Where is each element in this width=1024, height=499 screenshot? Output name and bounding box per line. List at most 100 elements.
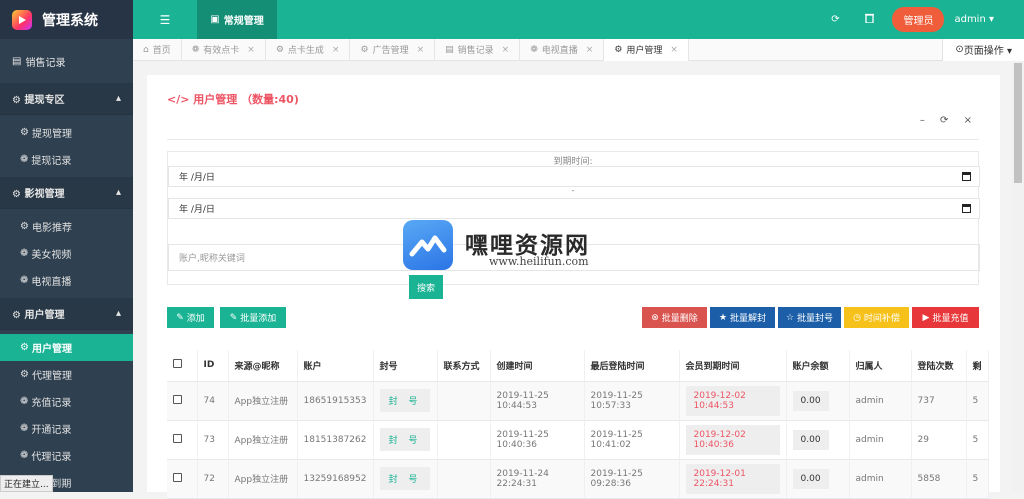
expire-date-badge: 2019-12-02 10:44:53 (686, 386, 780, 416)
date-placeholder: 年 /月/日 (179, 202, 215, 215)
tab-card-generate[interactable]: ⚙点卡生成× (266, 39, 351, 61)
batch-delete-button[interactable]: ⊗批量删除 (642, 307, 707, 328)
sidebar-group-video[interactable]: ⚙ 影视管理 ▴ (0, 177, 133, 209)
ban-button[interactable]: 封 号 (380, 428, 431, 451)
batch-add-button[interactable]: ✎批量添加 (220, 307, 286, 328)
tab-ad-manage[interactable]: ⚙广告管理× (350, 39, 435, 61)
scrollbar-thumb[interactable] (1014, 63, 1022, 183)
tab-valid-cards[interactable]: ❁有效点卡× (182, 39, 266, 61)
select-all-checkbox[interactable] (173, 359, 182, 368)
ban-button[interactable]: 封 号 (380, 467, 431, 490)
search-button[interactable]: 搜索 (409, 275, 443, 299)
table-row[interactable]: 73 App独立注册 18151387262 封 号 2019-11-25 10… (167, 420, 988, 459)
close-icon[interactable]: × (247, 45, 255, 55)
button-label: 时间补偿 (864, 311, 900, 324)
page-operations-menu[interactable]: ⊙ 页面操作 ▾ (942, 39, 1024, 61)
sidebar-item-withdraw-records[interactable]: ❁提现记录 (0, 146, 133, 173)
logo-area[interactable]: 管理系统 (0, 0, 133, 39)
star-icon: ★ (719, 313, 727, 323)
gears-icon: ⚙ (12, 310, 24, 321)
add-button[interactable]: ✎添加 (167, 307, 214, 328)
ban-button[interactable]: 封 号 (380, 389, 431, 412)
table-row[interactable]: 72 App独立注册 13259168952 封 号 2019-11-24 22… (167, 459, 988, 498)
sidebar-group-withdraw[interactable]: ⚙ 提现专区 ▴ (0, 83, 133, 115)
sidebar: ▤ 销售记录 ⚙ 提现专区 ▴ ⚙提现管理 ❁提现记录 ⚙ 影视管理 ▴ ⚙电影… (0, 39, 133, 492)
gears-icon: ⚙ (20, 127, 29, 138)
sidebar-item-label: 美女视频 (31, 246, 71, 261)
batch-ban-button[interactable]: ☆批量封号 (778, 307, 841, 328)
range-dash: - (168, 186, 978, 196)
app-title: 管理系统 (42, 10, 98, 30)
tab-tv-live[interactable]: ❁电视直播× (520, 39, 604, 61)
sidebar-item-agent-manage[interactable]: ⚙代理管理 (0, 361, 133, 388)
gears-icon: ⚙ (20, 369, 29, 380)
table-row[interactable]: 74 App独立注册 18651915353 封 号 2019-11-25 10… (167, 381, 988, 420)
sidebar-item-withdraw-manage[interactable]: ⚙提现管理 (0, 119, 133, 146)
cell-contact (437, 381, 490, 420)
refresh-icon[interactable]: ⟳ (818, 14, 852, 25)
watermark: 嘿哩资源网 www.heilifun.com (403, 220, 623, 272)
row-checkbox[interactable] (173, 434, 182, 443)
cell-source: App独立注册 (228, 381, 297, 420)
browser-status-text: 正在建立... (0, 475, 53, 492)
sidebar-item-label: 销售记录 (25, 54, 65, 69)
cell-remaining: 5 (966, 459, 988, 498)
col-account: 账户 (297, 350, 373, 381)
close-icon[interactable]: × (670, 45, 678, 55)
col-select[interactable] (167, 350, 197, 381)
sidebar-item-agent-records[interactable]: ❁代理记录 (0, 442, 133, 469)
gears-icon: ⚙ (12, 95, 24, 106)
sidebar-item-label: 用户管理 (32, 340, 72, 355)
user-menu[interactable]: admin ▾ (954, 14, 994, 25)
palette-icon: ❁ (20, 396, 28, 407)
date-end-field[interactable]: 年 /月/日 (168, 198, 980, 219)
close-icon[interactable]: × (332, 45, 340, 55)
sidebar-item-sales-records[interactable]: ▤ 销售记录 (0, 39, 133, 83)
row-checkbox[interactable] (173, 473, 182, 482)
batch-recharge-button[interactable]: ▶批量充值 (912, 307, 979, 328)
sidebar-item-beauty-video[interactable]: ❁美女视频 (0, 240, 133, 267)
close-icon[interactable]: × (586, 45, 594, 55)
admin-role-button[interactable]: 管理员 (892, 7, 944, 32)
sidebar-item-label: 代理记录 (31, 448, 71, 463)
button-label: 批量添加 (240, 311, 276, 324)
calendar-icon[interactable] (962, 204, 971, 213)
sidebar-group-users[interactable]: ⚙ 用户管理 ▴ (0, 298, 133, 330)
sidebar-item-label: 开通记录 (31, 421, 71, 436)
tab-sales-records[interactable]: ▤销售记录× (435, 39, 520, 61)
date-start-field[interactable]: 年 /月/日 (168, 166, 980, 187)
sidebar-item-user-manage[interactable]: ⚙用户管理 (0, 334, 133, 361)
button-label: 批量解封 (730, 311, 766, 324)
page-scrollbar[interactable] (1012, 61, 1024, 492)
sidebar-item-recharge-records[interactable]: ❁充值记录 (0, 388, 133, 415)
close-icon[interactable]: × (502, 45, 510, 55)
row-checkbox[interactable] (173, 395, 182, 404)
tab-user-manage[interactable]: ⚙用户管理× (604, 39, 689, 61)
menu-toggle-icon[interactable]: ☰ (133, 0, 197, 39)
tab-home[interactable]: ⌂首页 (133, 39, 182, 61)
cell-id: 74 (197, 381, 228, 420)
home-icon: ⌂ (143, 45, 149, 55)
time-compensation-button[interactable]: ◷时间补偿 (844, 307, 909, 328)
sidebar-group-label: 提现专区 (24, 95, 64, 106)
sidebar-item-open-records[interactable]: ❁开通记录 (0, 415, 133, 442)
row-select[interactable] (167, 381, 197, 420)
batch-unban-button[interactable]: ★批量解封 (710, 307, 775, 328)
panel-tools[interactable]: – ⟳ × (920, 115, 978, 126)
sidebar-item-movie-recommend[interactable]: ⚙电影推荐 (0, 213, 133, 240)
tab-label: 用户管理 (626, 43, 662, 56)
col-last-login: 最后登陆时间 (584, 350, 679, 381)
circle-icon: ⊙ (955, 44, 963, 55)
trash-icon[interactable] (852, 13, 886, 26)
close-icon[interactable]: × (417, 45, 425, 55)
col-created: 创建时间 (490, 350, 584, 381)
row-select[interactable] (167, 420, 197, 459)
sidebar-item-label: 代理管理 (32, 367, 72, 382)
cell-expire: 2019-12-02 10:40:36 (679, 420, 786, 459)
sidebar-item-tv-live[interactable]: ❁电视直播 (0, 267, 133, 294)
tab-label: 有效点卡 (203, 43, 239, 56)
row-select[interactable] (167, 459, 197, 498)
tab-regular-management[interactable]: ▣ 常规管理 (197, 0, 277, 39)
col-contact: 联系方式 (437, 350, 490, 381)
calendar-icon[interactable] (962, 172, 971, 181)
